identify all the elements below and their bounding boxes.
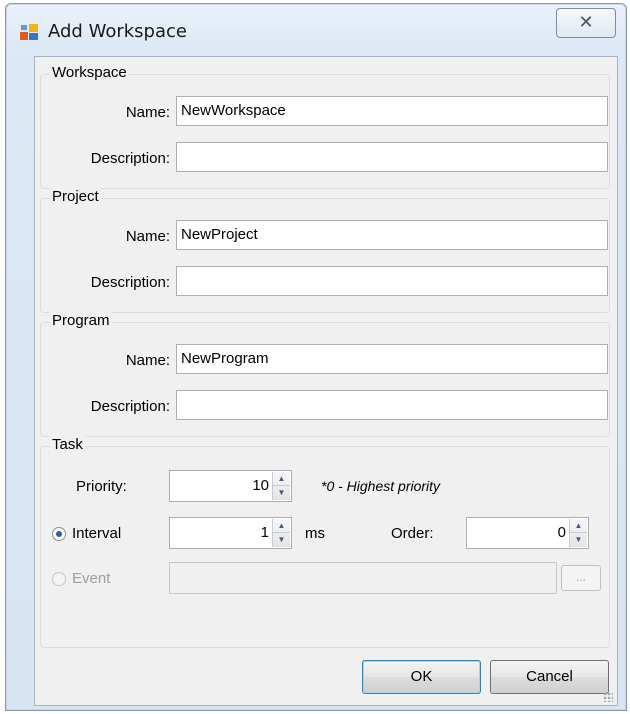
workspace-name-label: Name:	[125, 104, 170, 121]
priority-stepper[interactable]: 10 ▲ ▼	[169, 470, 292, 502]
close-icon: ✕	[578, 12, 594, 32]
project-name-input[interactable]: NewProject	[176, 220, 608, 250]
interval-radio[interactable]	[52, 527, 66, 541]
project-name-label: Name:	[125, 228, 170, 245]
app-icon	[20, 24, 38, 40]
priority-label: Priority:	[76, 478, 127, 495]
event-browse-button[interactable]: ...	[561, 565, 601, 591]
workspace-name-input[interactable]: NewWorkspace	[176, 96, 608, 126]
workspace-group: Workspace Name: NewWorkspace Description…	[40, 64, 610, 189]
program-name-label: Name:	[125, 352, 170, 369]
cancel-button[interactable]: Cancel	[490, 660, 609, 694]
workspace-description-label: Description:	[90, 150, 170, 167]
interval-decrement-icon[interactable]: ▼	[273, 533, 290, 546]
interval-unit-label: ms	[305, 525, 325, 542]
window-title: Add Workspace	[48, 21, 187, 42]
program-group: Program Name: NewProgram Description:	[40, 312, 610, 437]
priority-increment-icon[interactable]: ▲	[273, 472, 290, 486]
program-name-input[interactable]: NewProgram	[176, 344, 608, 374]
order-decrement-icon[interactable]: ▼	[570, 533, 587, 546]
dialog-client-area: Workspace Name: NewWorkspace Description…	[34, 56, 618, 706]
event-radio[interactable]	[52, 572, 66, 586]
order-spinner[interactable]: ▲ ▼	[569, 519, 587, 547]
interval-value: 1	[260, 524, 269, 541]
event-input[interactable]	[169, 562, 557, 594]
interval-label[interactable]: Interval	[72, 525, 121, 542]
dialog-window: Add Workspace ✕ Workspace Name: NewWorks…	[5, 3, 627, 711]
order-label: Order:	[391, 525, 434, 542]
title-bar: Add Workspace ✕	[6, 4, 626, 54]
interval-increment-icon[interactable]: ▲	[273, 519, 290, 533]
order-value: 0	[557, 524, 566, 541]
priority-value: 10	[252, 477, 269, 494]
priority-spinner[interactable]: ▲ ▼	[272, 472, 290, 500]
ok-button[interactable]: OK	[362, 660, 481, 694]
interval-spinner[interactable]: ▲ ▼	[272, 519, 290, 547]
interval-stepper[interactable]: 1 ▲ ▼	[169, 517, 292, 549]
workspace-description-input[interactable]	[176, 142, 608, 172]
priority-decrement-icon[interactable]: ▼	[273, 486, 290, 499]
project-legend: Project	[50, 188, 101, 205]
project-description-label: Description:	[90, 274, 170, 291]
project-description-input[interactable]	[176, 266, 608, 296]
order-increment-icon[interactable]: ▲	[570, 519, 587, 533]
resize-grip[interactable]	[603, 692, 613, 702]
workspace-legend: Workspace	[50, 64, 129, 81]
project-group: Project Name: NewProject Description:	[40, 188, 610, 313]
program-description-input[interactable]	[176, 390, 608, 420]
task-group: Task Priority: 10 ▲ ▼ *0 - Highest prior…	[40, 436, 610, 648]
order-stepper[interactable]: 0 ▲ ▼	[466, 517, 589, 549]
close-button[interactable]: ✕	[556, 8, 616, 38]
priority-note: *0 - Highest priority	[321, 478, 441, 494]
event-label[interactable]: Event	[72, 570, 110, 587]
program-description-label: Description:	[90, 398, 170, 415]
task-legend: Task	[50, 436, 85, 453]
program-legend: Program	[50, 312, 112, 329]
